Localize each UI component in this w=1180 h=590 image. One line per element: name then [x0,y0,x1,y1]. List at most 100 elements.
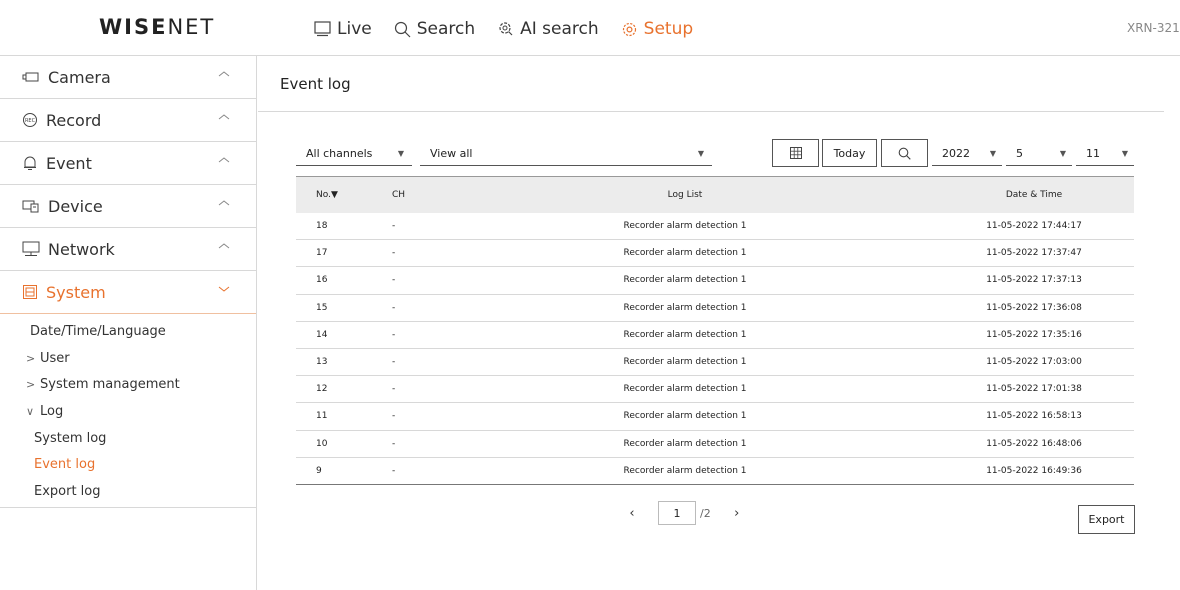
cell-no: 15 [296,294,356,322]
system-icon [23,285,37,299]
table-row[interactable]: 13- Recorder alarm detection 1 11-05-2022 … [296,348,1134,377]
main-nav: Live Search AI search Setup [314,16,715,42]
month-select[interactable]: 5 ▼ [1006,142,1072,166]
cell-ch: - [356,375,436,404]
sidebar: Camera REC Record Event Device Network S… [0,56,257,590]
system-submenu: Date/Time/Language > User > System managem… [0,314,256,508]
cell-log: Recorder alarm detection 1 [436,348,934,377]
event-type-select[interactable]: View all ▼ [420,142,712,166]
sidebar-section-record[interactable]: REC Record [0,99,256,142]
day-select-value: 11 [1086,147,1100,160]
calendar-grid-button[interactable] [772,139,819,167]
chevron-right-icon: > [26,378,36,392]
cell-date-time: 11-05-2022 17:37:47 [934,239,1134,268]
nav-search[interactable]: Search [394,19,475,39]
cell-log: Recorder alarm detection 1 [436,321,934,349]
day-select[interactable]: 11 ▼ [1076,142,1134,166]
table-row[interactable]: 12- Recorder alarm detection 1 11-05-2022 … [296,375,1134,404]
sidebar-section-camera[interactable]: Camera [0,56,256,99]
cell-log: Recorder alarm detection 1 [436,239,934,268]
sidebar-section-system[interactable]: System [0,271,256,314]
table-row[interactable]: 18- Recorder alarm detection 1 11-05-2022 … [296,212,1134,241]
table-header-row: No.▼ CH Log List Date & Time [296,176,1134,213]
table-row[interactable]: 15- Recorder alarm detection 1 11-05-2022 … [296,294,1134,322]
event-log-table: No.▼ CH Log List Date & Time 18- Recorder… [296,176,1134,485]
table-row[interactable]: 17- Recorder alarm detection 1 11-05-2022 … [296,239,1134,268]
cell-ch: - [356,457,436,485]
sidebar-item-user[interactable]: > User [0,345,256,372]
channel-select-value: All channels [306,147,373,160]
cell-date-time: 11-05-2022 16:49:36 [934,457,1134,485]
search-icon [394,21,411,37]
sidebar-item-export-log[interactable]: Export log [0,478,256,505]
prev-page-icon[interactable]: ‹ [622,506,642,521]
table-row[interactable]: 16- Recorder alarm detection 1 11-05-2022 … [296,266,1134,295]
page-total: /2 [700,506,711,520]
sidebar-section-event[interactable]: Event [0,142,256,185]
bell-icon [24,156,36,170]
chevron-up-icon [218,200,230,206]
cell-no: 9 [296,457,356,485]
table-row[interactable]: 9- Recorder alarm detection 1 11-05-2022 1… [296,457,1134,485]
chevron-down-icon [218,286,230,292]
search-icon [898,147,911,160]
sidebar-section-network[interactable]: Network [0,228,256,271]
table-row[interactable]: 11- Recorder alarm detection 1 11-05-2022 … [296,402,1134,431]
month-select-value: 5 [1016,147,1023,160]
sidebar-section-label: Camera [48,67,111,87]
cell-no: 17 [296,239,356,268]
year-select[interactable]: 2022 ▼ [932,142,1002,166]
sidebar-item-system-management[interactable]: > System management [0,371,256,398]
nav-search-label: Search [416,19,476,39]
sidebar-section-label: Device [48,196,103,216]
cell-date-time: 11-05-2022 17:01:38 [934,375,1134,404]
nav-live-label: Live [337,19,372,39]
column-header-log-list: Log List [436,176,934,213]
cell-log: Recorder alarm detection 1 [436,212,934,241]
sidebar-item-event-log[interactable]: Event log [0,451,256,478]
channel-select[interactable]: All channels ▼ [296,142,412,166]
sidebar-section-device[interactable]: Device [0,185,256,228]
network-icon [22,241,40,256]
caret-down-icon: ▼ [1059,149,1066,158]
wisenet-logo[interactable]: WISENET [99,15,215,39]
camera-icon [22,72,39,82]
cell-log: Recorder alarm detection 1 [436,375,934,404]
pagination: ‹ 1 /2 › [622,500,747,526]
cell-no: 16 [296,266,356,295]
chevron-up-icon [218,243,230,249]
chevron-up-icon [218,114,230,120]
cell-no: 11 [296,402,356,431]
cell-date-time: 11-05-2022 16:58:13 [934,402,1134,431]
cell-no: 10 [296,430,356,458]
cell-ch: - [356,348,436,377]
nav-ai-search[interactable]: AI search [497,19,599,39]
gear-icon [622,22,636,36]
svg-text:REC: REC [25,118,36,124]
today-button[interactable]: Today [822,139,877,167]
table-row[interactable]: 14- Recorder alarm detection 1 11-05-2022 … [296,321,1134,349]
column-header-no[interactable]: No.▼ [296,176,356,213]
nav-setup-label: Setup [643,19,694,39]
table-row[interactable]: 10- Recorder alarm detection 1 11-05-2022 … [296,430,1134,458]
caret-down-icon: ▼ [697,149,704,158]
sidebar-section-label: Event [46,153,92,173]
cell-log: Recorder alarm detection 1 [436,457,934,485]
cell-log: Recorder alarm detection 1 [436,430,934,458]
cell-date-time: 11-05-2022 17:36:08 [934,294,1134,322]
sidebar-item-log[interactable]: ∨ Log [0,398,256,425]
next-page-icon[interactable]: › [727,506,747,521]
top-bar: WISENET Live Search AI search Setup XRN-… [0,0,1180,56]
sidebar-item-date-time-language[interactable]: Date/Time/Language [0,318,256,345]
cell-ch: - [356,321,436,349]
search-button[interactable] [881,139,928,167]
sidebar-section-label: Record [46,110,102,130]
export-button[interactable]: Export [1078,505,1135,534]
cell-ch: - [356,430,436,458]
device-icon [22,200,39,213]
cell-date-time: 11-05-2022 17:44:17 [934,212,1134,241]
nav-setup[interactable]: Setup [621,19,693,39]
sidebar-item-system-log[interactable]: System log [0,425,256,452]
nav-live[interactable]: Live [314,19,372,39]
page-number-input[interactable]: 1 [658,501,696,525]
